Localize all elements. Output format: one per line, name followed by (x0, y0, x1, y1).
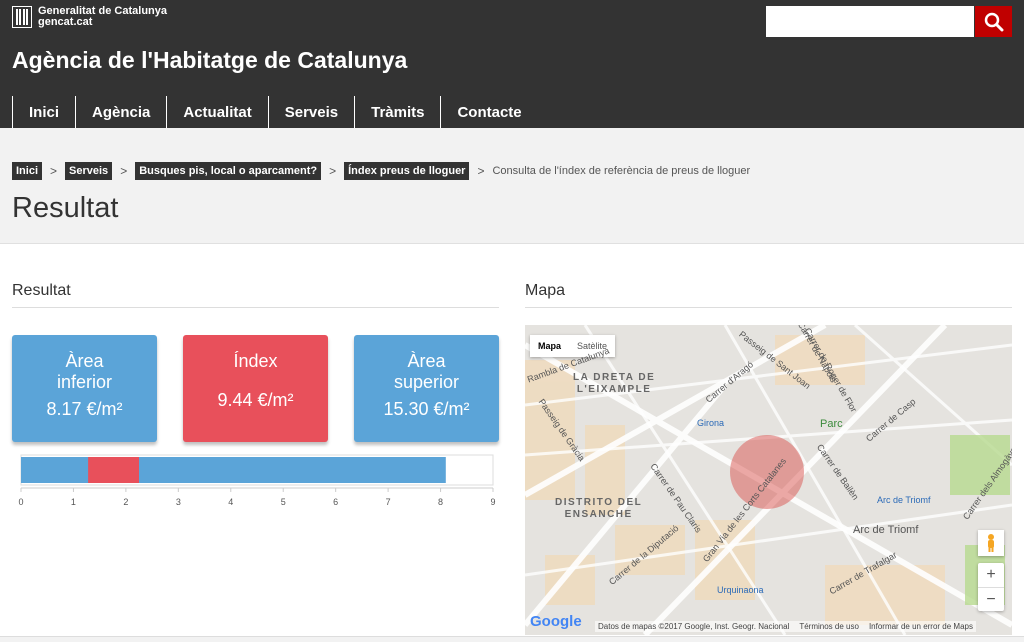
nav-agencia[interactable]: Agència (75, 96, 166, 128)
google-logo-text: Google (530, 613, 582, 630)
result-divider (12, 307, 499, 308)
area-superior-box: Àrea superior 15.30 €/m² (354, 335, 499, 442)
map-report-error-link[interactable]: Informar de un error de Maps (869, 622, 973, 631)
x-tick-label: 2 (123, 497, 128, 507)
x-tick-label: 7 (386, 497, 391, 507)
search-icon (984, 12, 1003, 31)
nav-serveis[interactable]: Serveis (267, 96, 354, 128)
breadcrumb-area: Inici > Serveis > Busques pis, local o a… (0, 128, 1024, 244)
zoom-out-button[interactable]: − (978, 587, 1004, 611)
nav-contacte[interactable]: Contacte (440, 96, 537, 128)
index-label: Índex (183, 351, 328, 372)
district-dreta-line1: LA DRETA DE (573, 372, 656, 383)
x-tick-label: 8 (438, 497, 443, 507)
site-header: Generalitat de Catalunya gencat.cat Agèn… (0, 0, 1024, 128)
x-tick-label: 0 (18, 497, 23, 507)
area-superior-value: 15.30 €/m² (383, 399, 470, 419)
breadcrumb-separator: > (50, 164, 58, 178)
x-tick-label: 1 (71, 497, 76, 507)
map-data-credit: Datos de mapas ©2017 Google, Inst. Geogr… (598, 622, 790, 631)
map-type-mapa[interactable]: Mapa (530, 335, 569, 357)
x-tick-label: 9 (490, 497, 495, 507)
nav-inici[interactable]: Inici (12, 96, 75, 128)
area-inferior-label-line2: inferior (56, 372, 113, 392)
google-logo: Google (530, 613, 582, 630)
metro-urquinaona[interactable]: Urquinaona (717, 585, 764, 595)
map-attribution: Datos de mapas ©2017 Google, Inst. Geogr… (595, 621, 976, 632)
main-nav: Inici Agència Actualitat Serveis Tràmits… (12, 96, 538, 128)
area-superior-label-line1: Àrea (407, 351, 446, 371)
district-dreta-line2: L'EIXAMPLE (576, 384, 652, 395)
district-label-dreta: LA DRETA DE L'EIXAMPLE (573, 372, 655, 396)
street-view-pegman-button[interactable] (978, 530, 1004, 556)
district-ensanche-line2: ENSANCHE (564, 509, 633, 520)
index-value: 9.44 €/m² (217, 390, 294, 410)
search-button[interactable] (975, 6, 1012, 37)
breadcrumb-current: Consulta de l'índex de referència de pre… (492, 165, 751, 177)
page-title: Resultat (12, 192, 119, 224)
area-inferior-label-line1: Àrea (65, 351, 104, 371)
breadcrumb-separator: > (120, 164, 128, 178)
district-ensanche-line1: DISTRITO DEL (555, 497, 643, 508)
x-tick-label: 3 (176, 497, 181, 507)
site-title[interactable]: Agència de l'Habitatge de Catalunya (12, 47, 407, 74)
breadcrumb-separator: > (477, 164, 485, 178)
logo-line2: gencat.cat (38, 16, 93, 28)
range-bar (21, 457, 446, 483)
x-tick-label: 5 (281, 497, 286, 507)
price-range-chart: 0 1 2 3 4 5 6 7 8 9 (12, 452, 502, 512)
map-section-title: Mapa (525, 282, 566, 299)
breadcrumb-serveis[interactable]: Serveis (65, 162, 113, 180)
metro-girona[interactable]: Girona (697, 418, 724, 428)
breadcrumb-separator: > (329, 164, 337, 178)
gencat-logo-text: Generalitat de Catalunya gencat.cat (38, 6, 167, 28)
gencat-logo[interactable]: Generalitat de Catalunya gencat.cat (12, 6, 167, 28)
x-tick-label: 6 (333, 497, 338, 507)
area-inferior-label: Àrea inferior (12, 351, 157, 393)
nav-tramits[interactable]: Tràmits (354, 96, 440, 128)
area-inferior-box: Àrea inferior 8.17 €/m² (12, 335, 157, 442)
gencat-logo-icon (12, 6, 32, 28)
index-label-line1: Índex (233, 351, 278, 371)
map-terms-link[interactable]: Términos de uso (799, 622, 859, 631)
metro-arc-de-triomf[interactable]: Arc de Triomf (877, 495, 931, 505)
zoom-control: + − (978, 563, 1004, 611)
area-inferior-value: 8.17 €/m² (46, 399, 123, 419)
index-box: Índex 9.44 €/m² (183, 335, 328, 442)
result-section-title: Resultat (12, 282, 71, 299)
x-tick-label: 4 (228, 497, 233, 507)
place-arc-de-triomf: Arc de Triomf (853, 524, 919, 536)
area-superior-label-line2: superior (393, 372, 460, 392)
zoom-in-button[interactable]: + (978, 563, 1004, 587)
price-range-svg: 0 1 2 3 4 5 6 7 8 9 (18, 454, 496, 507)
breadcrumb-inici[interactable]: Inici (12, 162, 43, 180)
nav-actualitat[interactable]: Actualitat (166, 96, 267, 128)
pegman-icon (988, 534, 994, 552)
map-divider (525, 307, 1012, 308)
breadcrumb-index[interactable]: Índex preus de lloguer (344, 162, 470, 180)
footer-divider (0, 636, 1024, 642)
area-superior-label: Àrea superior (354, 351, 499, 393)
map[interactable]: Mapa Satèlite LA DRETA DE L'EIXAMPLE DIS… (525, 325, 1012, 635)
breadcrumb: Inici > Serveis > Busques pis, local o a… (12, 162, 750, 180)
search-input[interactable] (766, 6, 974, 37)
place-parc: Parc (820, 418, 843, 430)
breadcrumb-busques[interactable]: Busques pis, local o aparcament? (135, 162, 322, 180)
district-label-ensanche: DISTRITO DEL ENSANCHE (555, 497, 642, 521)
index-bar (88, 457, 139, 483)
